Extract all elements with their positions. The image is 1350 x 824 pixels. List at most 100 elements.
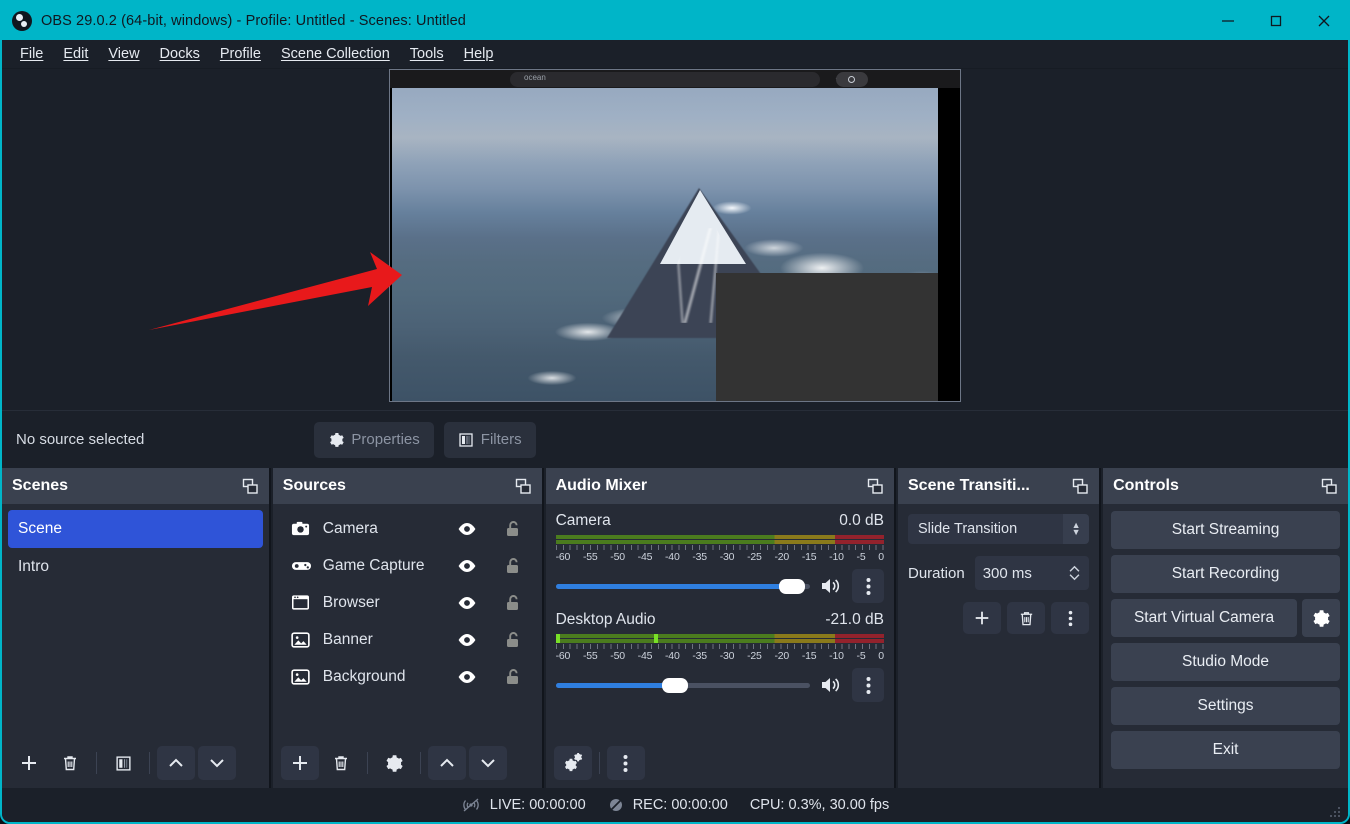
add-scene-button[interactable] <box>10 746 48 780</box>
menu-profile[interactable]: Profile <box>210 43 271 65</box>
properties-button[interactable]: Properties <box>314 421 434 458</box>
menu-edit-label: Edit <box>63 46 89 62</box>
menu-help[interactable]: Help <box>454 43 504 65</box>
properties-button-label: Properties <box>351 431 420 448</box>
source-visibility-toggle[interactable] <box>452 670 482 684</box>
scale-label: -10 <box>829 551 844 563</box>
remove-source-button[interactable] <box>322 746 360 780</box>
duration-stepper[interactable] <box>1068 565 1081 581</box>
source-item-game-capture[interactable]: Game Capture <box>279 547 536 584</box>
audio-channel-camera: Camera 0.0 dB -60 -55 -50 -45 -40 -35 -3… <box>546 504 894 603</box>
remove-transition-button[interactable] <box>1007 602 1046 634</box>
source-visibility-toggle[interactable] <box>452 559 482 573</box>
duration-input[interactable]: 300 ms <box>974 556 1090 590</box>
transition-select[interactable]: Slide Transition ▲ ▼ <box>908 514 1090 544</box>
search-icon[interactable] <box>836 72 868 87</box>
menu-view[interactable]: View <box>98 43 149 65</box>
resize-grip[interactable] <box>1330 806 1342 818</box>
float-dock-icon[interactable] <box>242 478 259 495</box>
scene-filters-button[interactable] <box>104 746 142 780</box>
mute-toggle-button[interactable] <box>818 676 844 694</box>
float-dock-icon[interactable] <box>867 478 884 495</box>
minimize-button[interactable] <box>1204 2 1252 40</box>
source-lock-toggle[interactable] <box>498 520 528 538</box>
source-visibility-toggle[interactable] <box>452 522 482 536</box>
volume-slider[interactable] <box>555 575 810 597</box>
source-lock-toggle[interactable] <box>498 631 528 649</box>
audio-channel-header: Desktop Audio -21.0 dB <box>556 611 884 629</box>
scale-label: -60 <box>555 551 571 563</box>
move-scene-down-button[interactable] <box>198 746 236 780</box>
maximize-button[interactable] <box>1252 2 1300 40</box>
menu-scene-collection[interactable]: Scene Collection <box>271 43 400 65</box>
filters-button[interactable]: Filters <box>443 421 536 458</box>
image-icon <box>291 631 313 649</box>
exit-button[interactable]: Exit <box>1111 731 1340 769</box>
status-bar: LIVE: 00:00:00 REC: 00:00:00 CPU: 0.3%, … <box>2 788 1348 822</box>
sources-list-body[interactable]: Camera Game Capture Browser Banner Backg… <box>272 504 542 738</box>
menu-tools[interactable]: Tools <box>400 43 454 65</box>
audio-fader-row <box>555 569 884 603</box>
close-button[interactable] <box>1300 2 1348 40</box>
move-source-down-button[interactable] <box>468 746 507 780</box>
chevron-down-icon <box>481 759 495 768</box>
transition-menu-button[interactable] <box>1051 602 1090 634</box>
move-source-up-button[interactable] <box>427 746 466 780</box>
start-recording-button[interactable]: Start Recording <box>1111 555 1340 593</box>
volume-slider[interactable] <box>555 674 810 696</box>
add-source-button[interactable] <box>280 746 319 780</box>
source-item-banner[interactable]: Banner <box>279 621 536 658</box>
float-dock-icon[interactable] <box>1072 478 1089 495</box>
float-dock-icon[interactable] <box>1321 478 1338 495</box>
source-lock-toggle[interactable] <box>498 557 528 575</box>
menu-bar: File Edit View Docks Profile Scene Colle… <box>2 40 1348 69</box>
source-item-browser[interactable]: Browser <box>279 584 536 621</box>
source-item-camera[interactable]: Camera <box>279 510 536 547</box>
start-streaming-button[interactable]: Start Streaming <box>1111 511 1340 549</box>
menu-profile-label: Profile <box>219 46 261 62</box>
program-preview[interactable]: ocean ^ <box>389 69 961 402</box>
chevron-up-icon <box>1069 565 1080 572</box>
scene-item-intro[interactable]: Intro <box>8 548 263 586</box>
scenes-dock-title: Scenes <box>12 477 69 494</box>
browser-url-bar[interactable]: ocean <box>510 72 820 87</box>
scene-item-scene[interactable]: Scene <box>8 510 263 548</box>
audio-mixer-menu-button[interactable] <box>606 746 645 780</box>
add-transition-button[interactable] <box>963 602 1002 634</box>
transition-select-arrows[interactable]: ▲ ▼ <box>1063 514 1090 544</box>
scenes-dock-header: Scenes <box>2 468 269 504</box>
audio-channel-menu-button[interactable] <box>852 668 884 702</box>
audio-mixer-footer-toolbar <box>545 738 894 788</box>
eye-icon <box>458 596 475 609</box>
move-scene-up-button[interactable] <box>157 746 195 780</box>
advanced-audio-properties-button[interactable] <box>553 746 592 780</box>
overlay-source-box[interactable] <box>716 273 938 401</box>
start-virtual-camera-button[interactable]: Start Virtual Camera <box>1111 599 1297 637</box>
source-properties-button[interactable] <box>375 746 413 780</box>
preview-canvas-area[interactable]: ocean ^ <box>2 69 1348 410</box>
scale-label: -5 <box>856 650 866 662</box>
scenes-list-body[interactable]: Scene Intro <box>2 504 269 738</box>
source-lock-toggle[interactable] <box>498 668 528 686</box>
chevron-down-icon <box>210 759 224 768</box>
settings-button[interactable]: Settings <box>1111 687 1340 725</box>
audio-channel-menu-button[interactable] <box>852 569 884 603</box>
toolbar-separator <box>598 752 600 774</box>
studio-mode-button[interactable]: Studio Mode <box>1111 643 1340 681</box>
source-lock-toggle[interactable] <box>498 594 528 612</box>
virtual-camera-config-button[interactable] <box>1301 599 1340 637</box>
remove-scene-button[interactable] <box>51 746 89 780</box>
duration-value: 300 ms <box>982 564 1032 582</box>
mute-toggle-button[interactable] <box>818 577 844 595</box>
source-item-background[interactable]: Background <box>279 658 536 695</box>
source-visibility-toggle[interactable] <box>452 596 482 610</box>
menu-file[interactable]: File <box>10 43 53 65</box>
menu-scene-collection-label: Scene Collection <box>280 46 390 62</box>
menu-edit[interactable]: Edit <box>53 43 98 65</box>
volume-slider-knob[interactable] <box>662 678 689 693</box>
menu-docks[interactable]: Docks <box>150 43 210 65</box>
volume-slider-knob[interactable] <box>779 579 806 594</box>
float-dock-icon[interactable] <box>515 478 532 495</box>
scale-label: -30 <box>719 650 735 662</box>
source-visibility-toggle[interactable] <box>452 633 482 647</box>
